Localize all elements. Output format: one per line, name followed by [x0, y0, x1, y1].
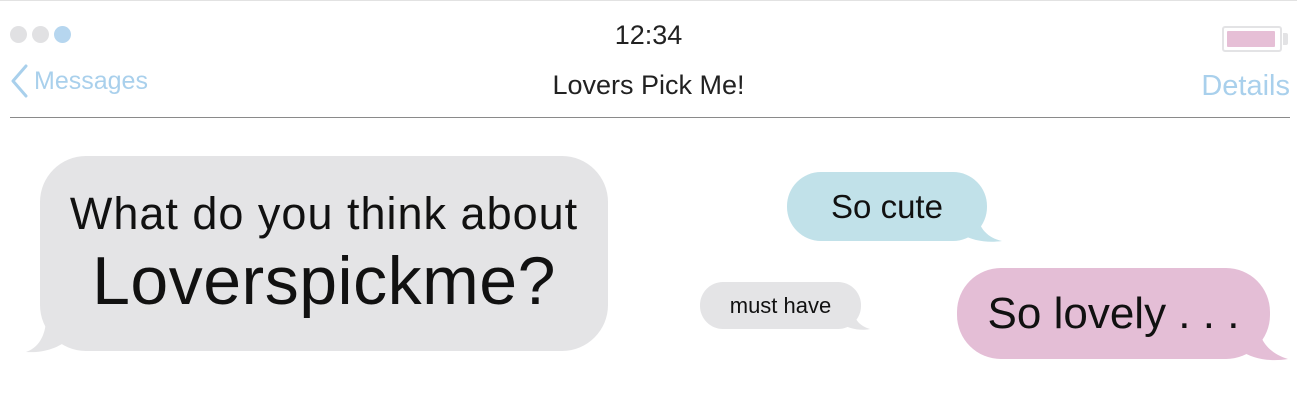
status-time: 12:34	[614, 20, 683, 50]
conversation-title: Lovers Pick Me!	[552, 70, 745, 100]
top-divider	[0, 0, 1297, 1]
message-text-emphasis: Loverspickme?	[92, 242, 556, 319]
details-button[interactable]: Details	[1201, 70, 1290, 103]
message-bubble-incoming[interactable]: must have	[700, 282, 861, 329]
battery-icon	[1222, 26, 1282, 52]
message-bubble-outgoing[interactable]: So cute	[787, 172, 987, 241]
message-bubble-incoming[interactable]: What do you think about Loverspickme?	[40, 156, 608, 351]
message-bubble-outgoing[interactable]: So lovely . . .	[957, 268, 1270, 359]
battery-level	[1227, 31, 1275, 47]
battery-tip	[1283, 33, 1288, 45]
nav-divider	[10, 117, 1290, 118]
message-text: What do you think about	[69, 187, 579, 239]
